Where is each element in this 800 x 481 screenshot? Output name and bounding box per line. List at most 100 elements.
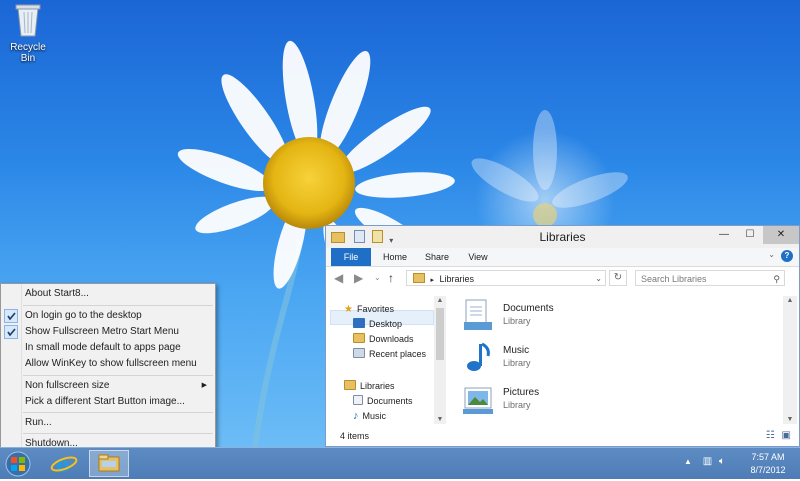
taskbar: e ▲ ▥ 🔈︎ 7:57 AM 8/7/2012 xyxy=(0,447,800,479)
forward-button[interactable]: ▶ xyxy=(354,271,363,285)
menu-item-label: Show Fullscreen Metro Start Menu xyxy=(25,326,179,337)
view-toggles: ☷ ▣ xyxy=(766,430,791,441)
music-icon: ♪ xyxy=(353,410,359,422)
documents-library-icon xyxy=(464,299,492,330)
help-icon[interactable]: ? xyxy=(781,250,793,262)
nav-item-music[interactable]: ♪ Music xyxy=(353,409,386,424)
clock[interactable]: 7:57 AM 8/7/2012 xyxy=(740,451,796,477)
up-button[interactable]: ↑ xyxy=(388,271,394,285)
nav-pane-scrollbar[interactable]: ▲ ▼ xyxy=(434,296,446,424)
nav-libraries[interactable]: Libraries xyxy=(344,379,395,394)
item-type: Library xyxy=(503,316,531,326)
show-hidden-icons-icon[interactable]: ▲ xyxy=(684,457,692,466)
nav-item-label: Documents xyxy=(367,396,413,406)
volume-icon[interactable]: 🔈︎ xyxy=(719,456,725,467)
menu-item-winkey-fullscreen[interactable]: Allow WinKey to show fullscreen menu xyxy=(1,356,215,372)
file-explorer-icon xyxy=(98,454,120,472)
item-name: Pictures xyxy=(503,387,540,398)
documents-icon xyxy=(353,395,363,405)
title-bar[interactable]: ▾ Libraries — ☐ ✕ xyxy=(326,226,799,248)
start8-context-menu: About Start8... On login go to the deskt… xyxy=(0,283,216,447)
large-icons-view-icon[interactable]: ▣ xyxy=(782,430,791,441)
menu-item-label: Pick a different Start Button image... xyxy=(25,396,185,407)
scroll-up-icon[interactable]: ▲ xyxy=(783,297,797,304)
menu-item-small-mode-apps[interactable]: In small mode default to apps page xyxy=(1,340,215,356)
menu-item-about-start8[interactable]: About Start8... xyxy=(1,286,215,302)
tab-view[interactable]: View xyxy=(462,248,494,266)
menu-item-start-button-image[interactable]: Pick a different Start Button image... xyxy=(1,394,215,410)
search-input[interactable]: Search Libraries ⚲ xyxy=(635,270,785,286)
menu-separator xyxy=(23,305,213,306)
nav-item-label: Music xyxy=(362,411,387,421)
clock-time: 7:57 AM xyxy=(751,452,785,462)
recent-places-icon xyxy=(353,348,365,358)
desktop-icon xyxy=(353,318,365,328)
nav-item-documents[interactable]: Documents xyxy=(353,394,413,409)
taskbar-file-explorer[interactable] xyxy=(89,450,129,477)
nav-favorites[interactable]: ★ Favorites xyxy=(344,302,394,317)
content-scrollbar[interactable]: ▲ ▼ xyxy=(783,296,797,424)
search-icon: ⚲ xyxy=(773,274,780,284)
libraries-window: ▾ Libraries — ☐ ✕ File Home Share View ⌄… xyxy=(325,225,800,447)
scroll-up-icon[interactable]: ▲ xyxy=(434,297,446,304)
maximize-button[interactable]: ☐ xyxy=(737,226,763,244)
content-pane: Documents Library Music Library Pictures… xyxy=(454,296,784,424)
desktop: Recycle Bin ▾ Libraries — ☐ ✕ File Home … xyxy=(0,0,800,447)
details-view-icon[interactable]: ☷ xyxy=(766,430,775,441)
status-bar-count: 4 items xyxy=(340,431,370,441)
address-row: ◀ ▶ ⌄ ↑ ▸ Libraries ⌄ ↻ Search Libraries… xyxy=(326,267,799,291)
menu-item-shutdown[interactable]: Shutdown... xyxy=(1,436,215,447)
item-name: Documents xyxy=(503,303,554,314)
windows-logo-icon xyxy=(5,451,31,477)
downloads-icon xyxy=(353,333,365,343)
pictures-library-icon xyxy=(463,387,493,414)
expand-ribbon-icon[interactable]: ⌄ xyxy=(768,250,775,259)
star-icon: ★ xyxy=(344,304,353,315)
ribbon: File Home Share View ⌄ ? xyxy=(326,248,799,267)
item-name: Music xyxy=(503,345,530,356)
desktop-icon-recycle-bin[interactable]: Recycle Bin xyxy=(2,2,54,64)
checkmark-icon xyxy=(4,325,18,339)
nav-item-recent-places[interactable]: Recent places xyxy=(353,347,426,362)
scroll-thumb[interactable] xyxy=(436,308,444,360)
menu-item-fullscreen-metro[interactable]: Show Fullscreen Metro Start Menu xyxy=(1,324,215,340)
menu-item-label: About Start8... xyxy=(25,288,89,299)
start-button[interactable] xyxy=(0,450,36,477)
menu-item-label: Run... xyxy=(25,417,52,428)
nav-item-label: Recent places xyxy=(369,349,427,359)
breadcrumb-libraries[interactable]: Libraries xyxy=(440,274,475,284)
libraries-small-icon xyxy=(413,273,425,283)
breadcrumb-separator-icon: ▸ xyxy=(430,277,435,284)
menu-item-label: Non fullscreen size xyxy=(25,380,110,391)
submenu-arrow-icon: ▶ xyxy=(201,382,207,389)
menu-separator xyxy=(23,412,213,413)
back-button[interactable]: ◀ xyxy=(334,271,343,285)
network-icon[interactable]: ▥ xyxy=(703,456,712,467)
address-bar[interactable]: ▸ Libraries ⌄ xyxy=(406,270,606,286)
libraries-label: Libraries xyxy=(360,381,395,391)
scroll-down-icon[interactable]: ▼ xyxy=(434,416,446,423)
clock-date: 8/7/2012 xyxy=(750,465,786,475)
minimize-button[interactable]: — xyxy=(711,226,737,244)
internet-explorer-icon: e xyxy=(50,452,78,478)
nav-item-desktop[interactable]: Desktop xyxy=(353,317,402,332)
menu-item-login-desktop[interactable]: On login go to the desktop xyxy=(1,308,215,324)
menu-item-run[interactable]: Run... xyxy=(1,415,215,431)
menu-item-label: In small mode default to apps page xyxy=(25,342,181,353)
tab-file[interactable]: File xyxy=(331,248,371,266)
menu-separator xyxy=(23,433,213,434)
nav-item-downloads[interactable]: Downloads xyxy=(353,332,414,347)
menu-separator xyxy=(23,375,213,376)
recent-locations-icon[interactable]: ⌄ xyxy=(374,273,381,282)
tab-share[interactable]: Share xyxy=(420,248,454,266)
refresh-button[interactable]: ↻ xyxy=(609,270,627,286)
taskbar-internet-explorer[interactable]: e xyxy=(44,450,84,478)
tab-home[interactable]: Home xyxy=(378,248,412,266)
menu-item-non-fullscreen-size[interactable]: Non fullscreen size ▶ xyxy=(1,378,215,394)
menu-item-label: Shutdown... xyxy=(25,438,78,447)
close-button[interactable]: ✕ xyxy=(763,226,799,244)
scroll-down-icon[interactable]: ▼ xyxy=(783,416,797,423)
recycle-bin-label: Recycle Bin xyxy=(10,42,46,64)
address-dropdown-icon[interactable]: ⌄ xyxy=(595,271,602,287)
recycle-bin-icon xyxy=(15,4,41,37)
